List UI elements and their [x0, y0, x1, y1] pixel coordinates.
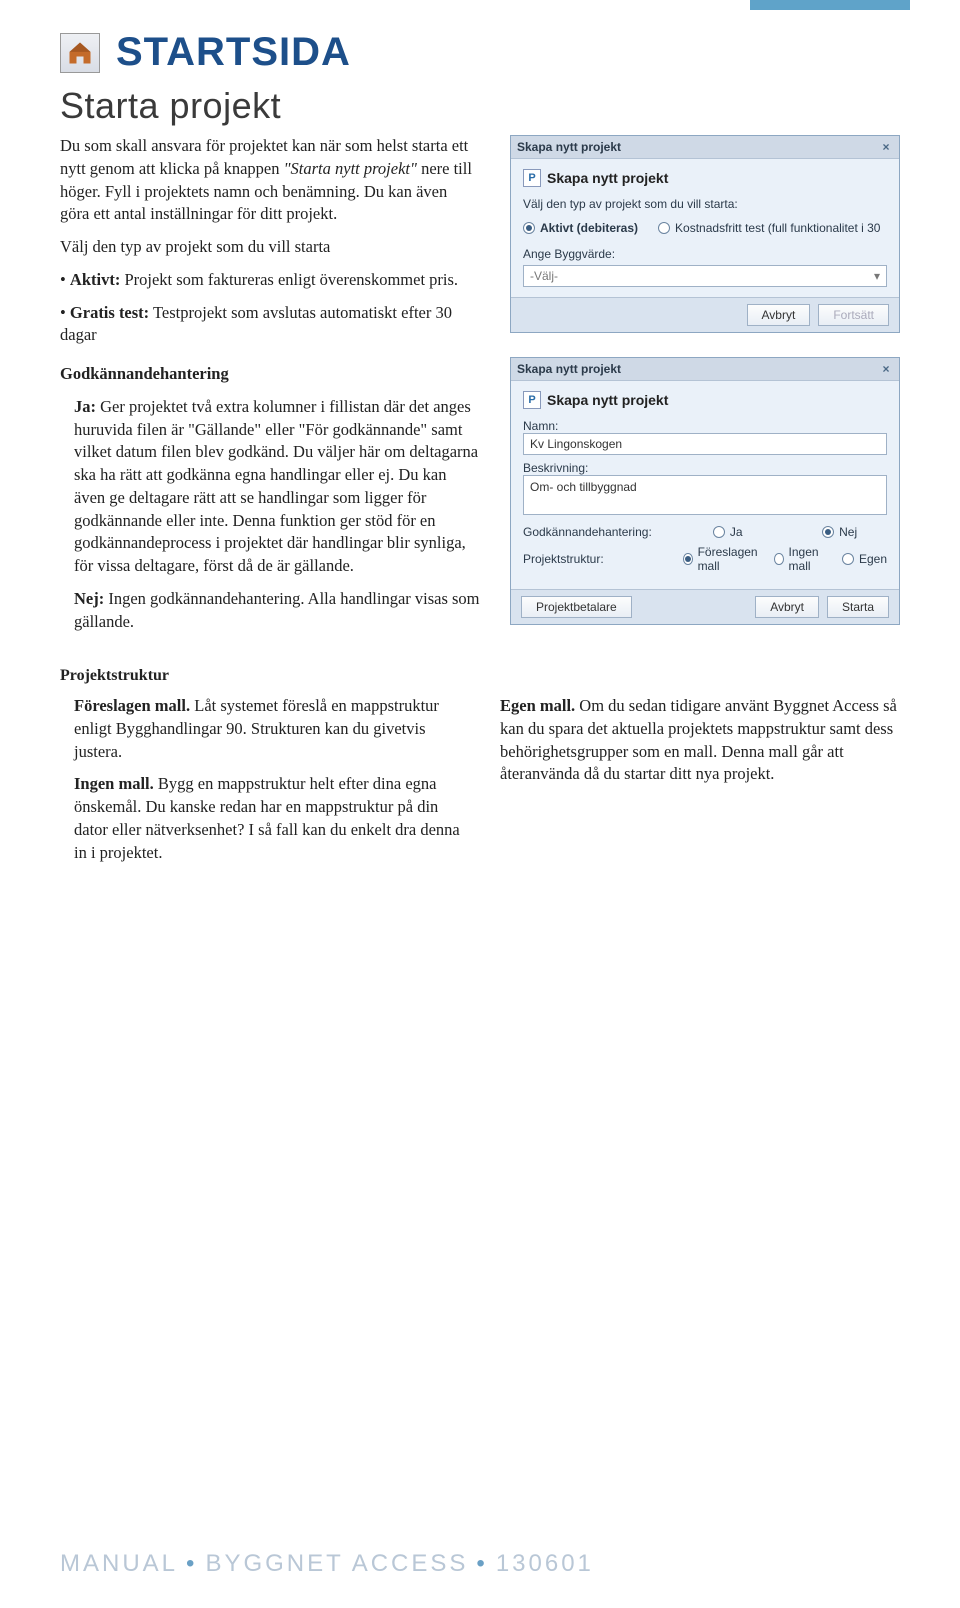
radio-dot-icon [713, 526, 725, 538]
footer-product: BYGGNET ACCESS [205, 1550, 468, 1577]
dialog2-title: Skapa nytt projekt [517, 362, 621, 376]
radio-godk-nej[interactable]: Nej [822, 525, 857, 539]
page-title: STARTSIDA [116, 30, 351, 75]
dialog-create-project-type: Skapa nytt projekt × P Skapa nytt projek… [510, 135, 900, 333]
radio-fm-label: Föreslagen mall [698, 545, 763, 573]
radio-kostnad-label: Kostnadsfritt test (full funktionalitet … [675, 221, 880, 235]
chevron-down-icon: ▾ [874, 269, 880, 283]
radio-aktivt-label: Aktivt (debiteras) [540, 221, 638, 235]
avbryt-button[interactable]: Avbryt [755, 596, 819, 618]
struktur-em-block: Egen mall. Om du sedan tidigare använt B… [500, 695, 900, 786]
dialog2-inner-title: Skapa nytt projekt [547, 392, 668, 408]
bullet-gratis: Gratis test: Testprojekt som avslutas au… [60, 302, 480, 348]
header: STARTSIDA [60, 30, 900, 75]
home-icon [60, 33, 100, 73]
beskrivning-label: Beskrivning: [523, 461, 887, 475]
godk-nej-text: Ingen godkännandehantering. Alla handlin… [74, 589, 480, 631]
radio-godk-nej-label: Nej [839, 525, 857, 539]
project-icon: P [523, 391, 541, 409]
section-title: Starta projekt [60, 85, 900, 127]
godk-field-label: Godkännandehantering: [523, 525, 673, 539]
bullet-aktivt-label: Aktivt: [70, 270, 120, 289]
close-icon[interactable]: × [879, 140, 893, 154]
namn-label: Namn: [523, 419, 887, 433]
beskrivning-value: Om- och tillbyggnad [530, 480, 637, 494]
radio-struktur-im[interactable]: Ingen mall [774, 545, 830, 573]
radio-dot-icon [523, 222, 535, 234]
radio-em-label: Egen [859, 552, 887, 566]
dialog1-prompt: Välj den typ av projekt som du vill star… [523, 197, 887, 211]
intro-paragraph: Du som skall ansvara för projektet kan n… [60, 135, 480, 226]
projektbetalare-button[interactable]: Projektbetalare [521, 596, 632, 618]
radio-dot-icon [842, 553, 854, 565]
radio-kostnadsfritt[interactable]: Kostnadsfritt test (full funktionalitet … [658, 221, 880, 235]
byggvarde-label: Ange Byggvärde: [523, 247, 887, 261]
footer-date: 130601 [496, 1550, 594, 1577]
radio-dot-icon [683, 553, 693, 565]
dialog1-title: Skapa nytt projekt [517, 140, 621, 154]
radio-godk-ja-label: Ja [730, 525, 743, 539]
byggvarde-value: -Välj- [530, 269, 558, 283]
godk-nej-block: Nej: Ingen godkännandehantering. Alla ha… [74, 588, 480, 634]
project-icon: P [523, 169, 541, 187]
dialog1-inner-title: Skapa nytt projekt [547, 170, 668, 186]
footer: MANUAL•BYGGNET ACCESS•130601 [60, 1550, 594, 1578]
radio-aktivt[interactable]: Aktivt (debiteras) [523, 221, 638, 235]
godk-heading: Godkännandehantering [60, 364, 229, 383]
byggvarde-select[interactable]: -Välj- ▾ [523, 265, 887, 287]
radio-dot-icon [822, 526, 834, 538]
dialog-create-project-details: Skapa nytt projekt × P Skapa nytt projek… [510, 357, 900, 625]
radio-struktur-em[interactable]: Egen [842, 552, 887, 566]
bullet-aktivt-text: Projekt som faktureras enligt överenskom… [120, 270, 458, 289]
struktur-em-label: Egen mall. [500, 696, 575, 715]
struktur-heading: Projektstruktur [60, 667, 169, 684]
struktur-field-label: Projektstruktur: [523, 552, 673, 566]
avbryt-button[interactable]: Avbryt [747, 304, 811, 326]
radio-dot-icon [658, 222, 670, 234]
intro-button-ref: "Starta nytt projekt" [284, 159, 417, 178]
struktur-im-label: Ingen mall. [74, 774, 154, 793]
radio-dot-icon [774, 553, 783, 565]
godk-ja-text: Ger projektet två extra kolumner i filli… [74, 397, 478, 575]
namn-value: Kv Lingonskogen [530, 437, 622, 451]
bullet-aktivt: Aktivt: Projekt som faktureras enligt öv… [60, 269, 480, 292]
struktur-fm-block: Föreslagen mall. Låt systemet föreslå en… [74, 695, 460, 763]
choose-type-text: Välj den typ av projekt som du vill star… [60, 236, 480, 259]
struktur-im-block: Ingen mall. Bygg en mappstruktur helt ef… [74, 773, 460, 864]
godk-nej-label: Nej: [74, 589, 104, 608]
radio-im-label: Ingen mall [789, 545, 830, 573]
fortsatt-button[interactable]: Fortsätt [818, 304, 889, 326]
beskrivning-input[interactable]: Om- och tillbyggnad [523, 475, 887, 515]
close-icon[interactable]: × [879, 362, 893, 376]
radio-godk-ja[interactable]: Ja [713, 525, 743, 539]
godk-ja-block: Ja: Ger projektet två extra kolumner i f… [74, 396, 480, 578]
footer-manual: MANUAL [60, 1550, 178, 1577]
bullet-gratis-label: Gratis test: [70, 303, 149, 322]
top-accent-bar [750, 0, 910, 10]
radio-struktur-fm[interactable]: Föreslagen mall [683, 545, 762, 573]
starta-button[interactable]: Starta [827, 596, 889, 618]
struktur-fm-label: Föreslagen mall. [74, 696, 190, 715]
namn-input[interactable]: Kv Lingonskogen [523, 433, 887, 455]
godk-ja-label: Ja: [74, 397, 96, 416]
